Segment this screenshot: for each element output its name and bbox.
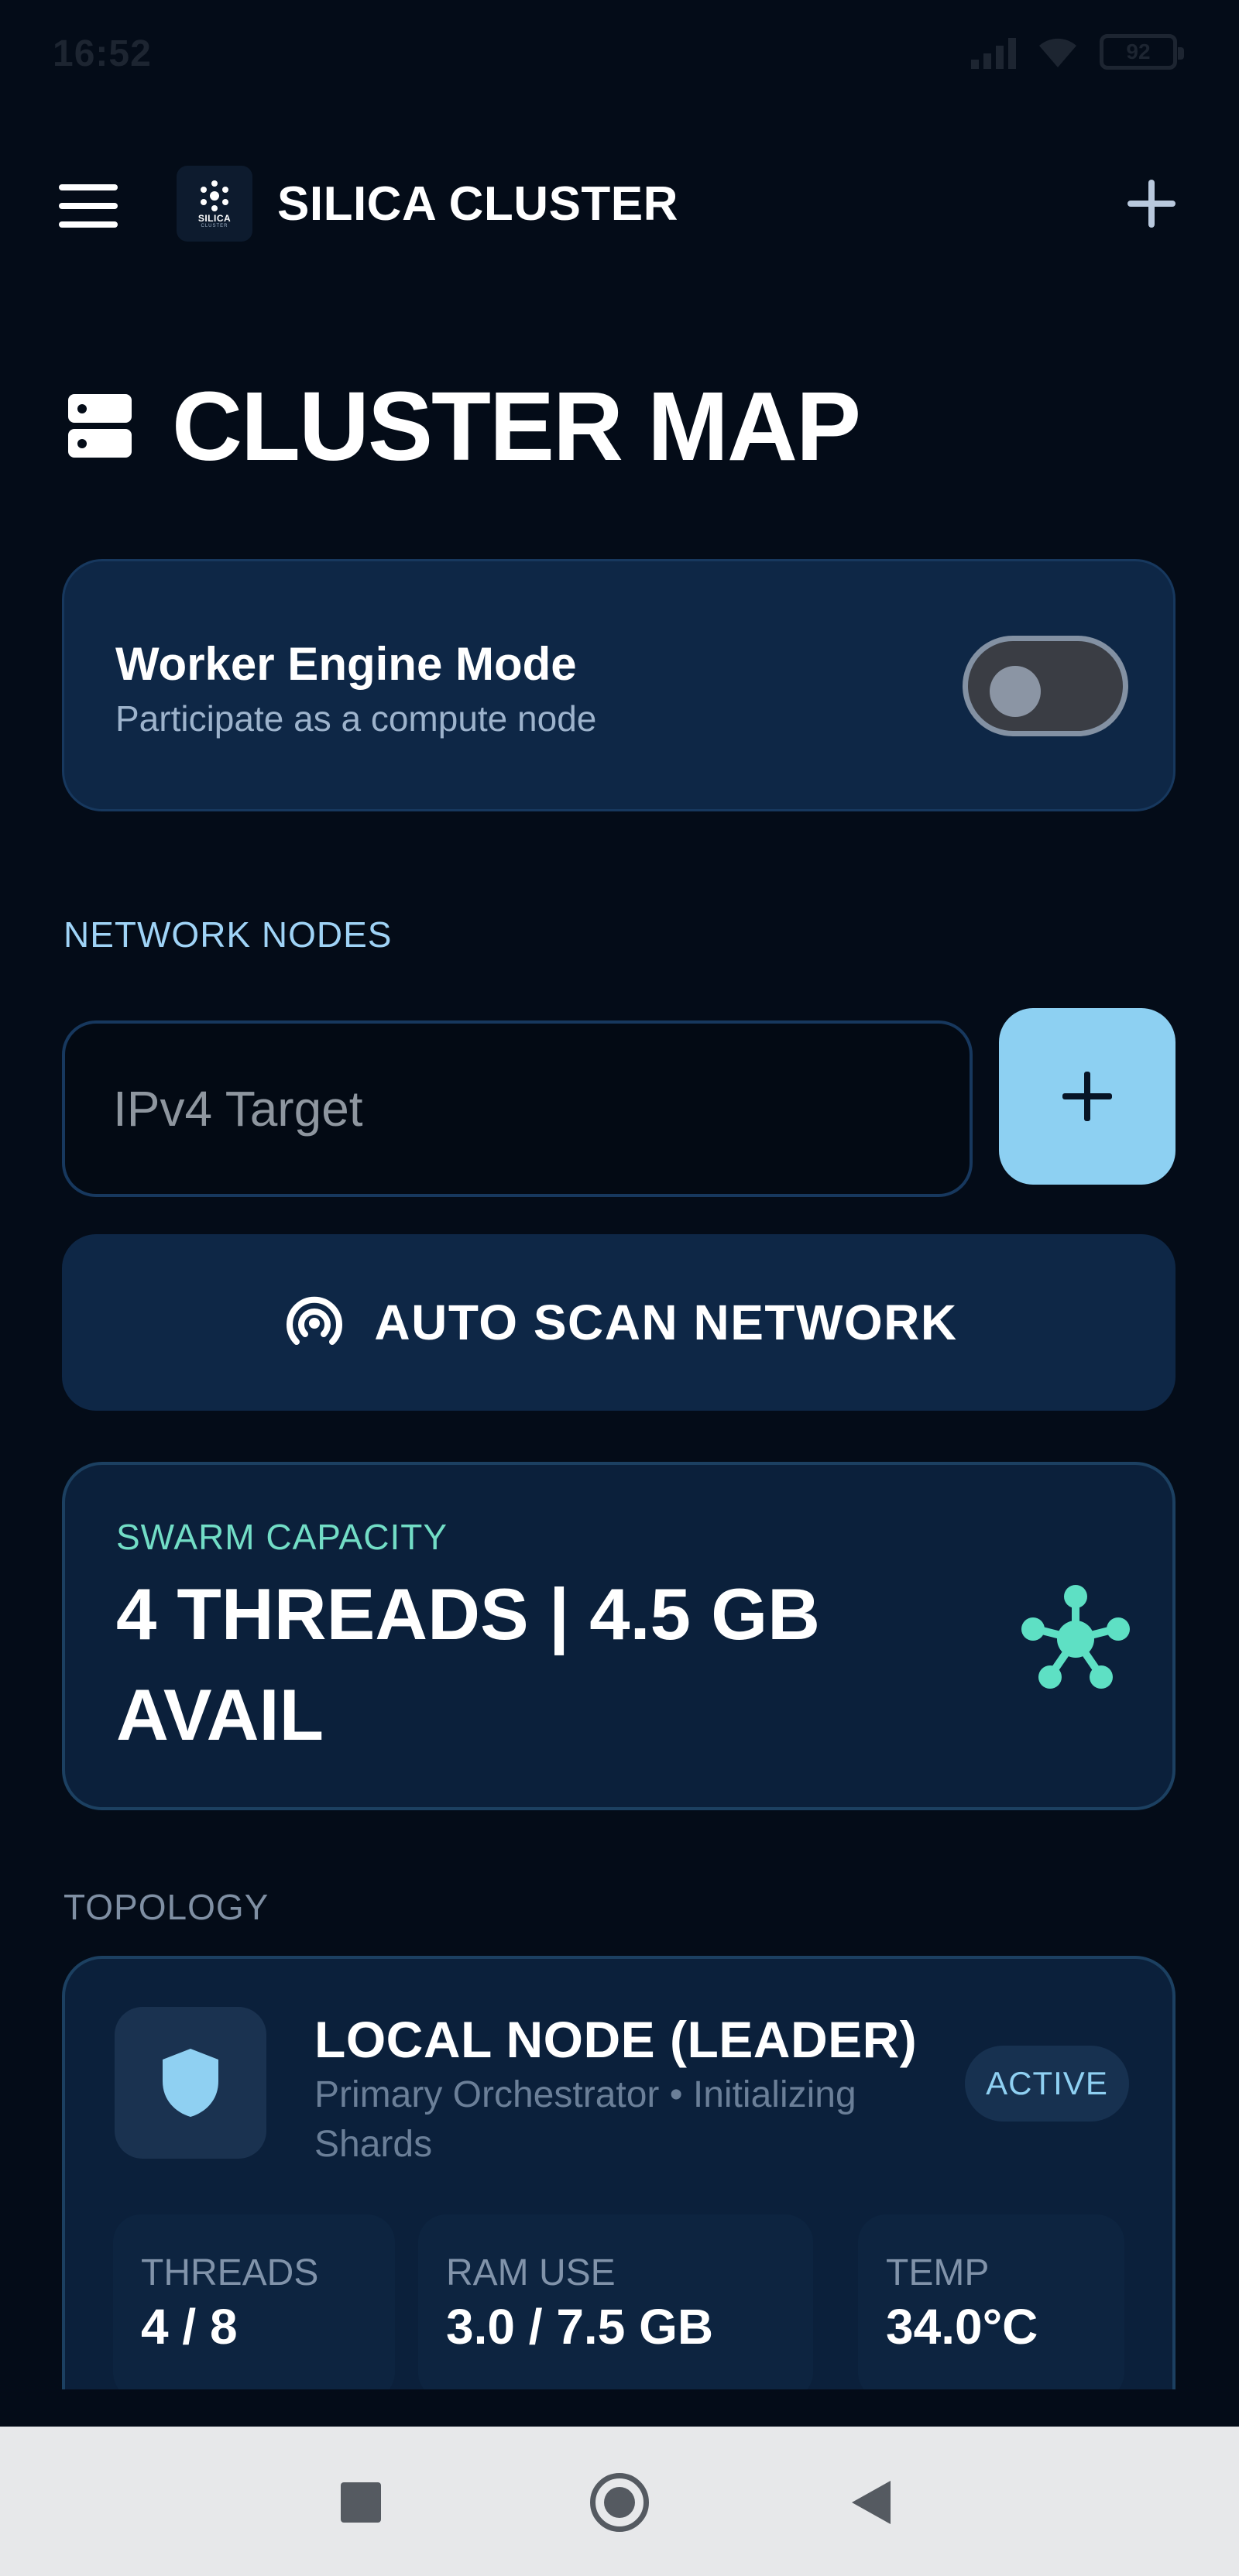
node-icon-box xyxy=(115,2007,266,2159)
snowflake-logo-icon xyxy=(201,180,228,211)
logo-subtext: CLUSTER xyxy=(201,224,228,228)
status-indicators: 92 xyxy=(971,34,1184,70)
stat-ram-value: 3.0 / 7.5 GB xyxy=(446,2299,714,2355)
stat-temp-value: 34.0°C xyxy=(886,2299,1038,2355)
recent-apps-icon[interactable] xyxy=(341,2482,381,2523)
status-bar: 16:52 92 xyxy=(0,0,1239,108)
swarm-capacity-value: 4 THREADS | 4.5 GB AVAIL xyxy=(116,1573,821,1755)
topology-label: TOPOLOGY xyxy=(63,1887,269,1927)
worker-mode-toggle[interactable] xyxy=(963,636,1128,736)
app-header: SILICA CLUSTER SILICA CLUSTER xyxy=(0,155,1239,256)
swarm-capacity-card: SWARM CAPACITY 4 THREADS | 4.5 GB AVAIL xyxy=(62,1462,1176,1810)
system-nav-bar xyxy=(0,2427,1239,2576)
logo-text: SILICA xyxy=(197,213,232,224)
back-icon[interactable] xyxy=(852,2481,891,2524)
network-nodes-label: NETWORK NODES xyxy=(63,914,393,955)
add-node-button[interactable] xyxy=(999,1008,1176,1185)
battery-level: 92 xyxy=(1126,39,1151,63)
app-logo: SILICA CLUSTER xyxy=(177,166,252,242)
ipv4-target-input[interactable] xyxy=(62,1020,973,1197)
worker-mode-title: Worker Engine Mode xyxy=(115,638,577,690)
worker-mode-subtitle: Participate as a compute node xyxy=(115,698,597,739)
battery-icon: 92 xyxy=(1100,34,1184,70)
stat-threads-value: 4 / 8 xyxy=(141,2299,238,2355)
node-status-badge: ACTIVE xyxy=(965,2046,1129,2122)
network-hub-icon xyxy=(1021,1585,1130,1689)
swarm-capacity-label: SWARM CAPACITY xyxy=(116,1517,448,1557)
server-stack-icon xyxy=(68,394,132,458)
node-subtitle: Primary Orchestrator • Initializing Shar… xyxy=(314,2074,856,2165)
worker-engine-card: Worker Engine Mode Participate as a comp… xyxy=(62,559,1176,811)
app-title: SILICA CLUSTER xyxy=(277,177,678,231)
hamburger-menu-icon[interactable] xyxy=(59,183,118,229)
stat-ram: RAM USE 3.0 / 7.5 GB xyxy=(418,2214,813,2389)
home-icon[interactable] xyxy=(590,2473,649,2532)
auto-scan-network-button[interactable]: AUTO SCAN NETWORK xyxy=(62,1234,1176,1411)
page-title-row: CLUSTER MAP xyxy=(68,371,861,481)
page-title: CLUSTER MAP xyxy=(172,371,861,481)
node-title: LOCAL NODE (LEADER) xyxy=(314,2011,918,2068)
stat-threads-label: THREADS xyxy=(141,2252,319,2293)
plus-icon xyxy=(1062,1072,1112,1121)
wifi-icon xyxy=(1039,38,1076,67)
wifi-radar-icon xyxy=(287,1296,343,1345)
shield-icon xyxy=(163,2049,218,2117)
stat-ram-label: RAM USE xyxy=(446,2252,616,2293)
status-time: 16:52 xyxy=(53,33,152,74)
stat-temp: TEMP 34.0°C xyxy=(858,2214,1124,2389)
header-add-button[interactable] xyxy=(1124,177,1179,231)
stat-threads: THREADS 4 / 8 xyxy=(113,2214,395,2389)
local-node-card[interactable]: LOCAL NODE (LEADER) Primary Orchestrator… xyxy=(62,1956,1176,2389)
toggle-knob xyxy=(990,666,1041,717)
stat-temp-label: TEMP xyxy=(886,2252,990,2293)
auto-scan-label: AUTO SCAN NETWORK xyxy=(374,1295,958,1350)
signal-icon xyxy=(971,35,1016,69)
